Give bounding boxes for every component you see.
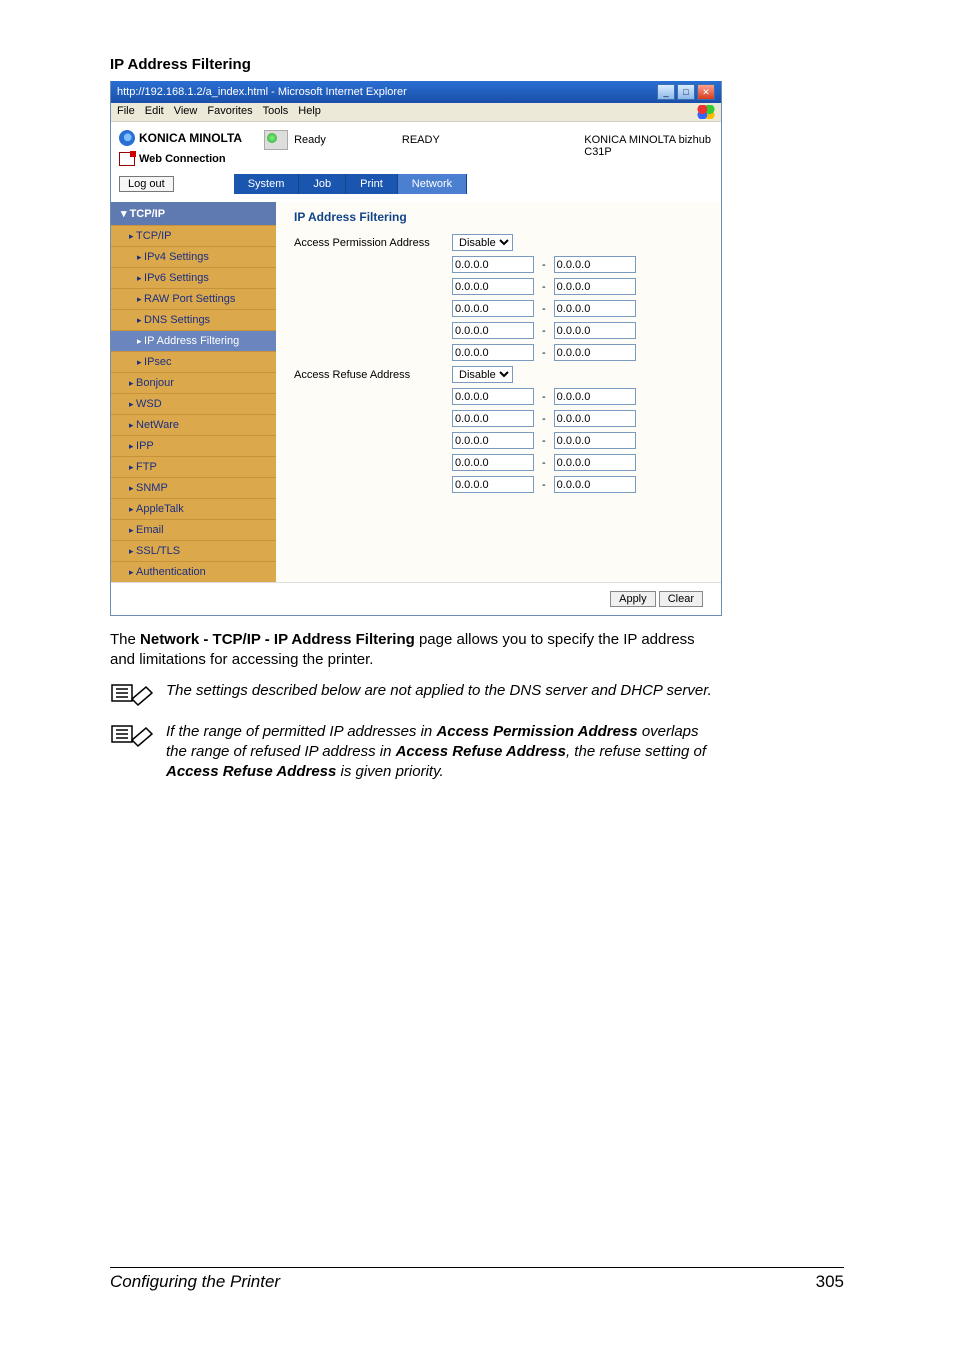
sidebar-item-authentication[interactable]: Authentication: [111, 561, 276, 582]
sidebar-item-ipv6[interactable]: IPv6 Settings: [111, 267, 276, 288]
konica-minolta-logo-icon: [119, 130, 135, 146]
perm-to-1[interactable]: [554, 278, 636, 295]
refuse-from-4[interactable]: [452, 476, 534, 493]
page-number: 305: [816, 1272, 844, 1292]
refuse-to-0[interactable]: [554, 388, 636, 405]
printer-status-icon: [264, 130, 288, 150]
refuse-from-1[interactable]: [452, 410, 534, 427]
sidebar-item-netware[interactable]: NetWare: [111, 414, 276, 435]
sidebar-item-ipfiltering[interactable]: IP Address Filtering: [111, 330, 276, 351]
browser-menubar: File Edit View Favorites Tools Help: [111, 103, 721, 122]
sidebar-item-email[interactable]: Email: [111, 519, 276, 540]
sidebar-item-dns[interactable]: DNS Settings: [111, 309, 276, 330]
sidebar-item-wsd[interactable]: WSD: [111, 393, 276, 414]
footer-title: Configuring the Printer: [110, 1272, 280, 1292]
windows-flag-icon: [697, 105, 715, 119]
note-icon: [110, 681, 154, 712]
titlebar-text: http://192.168.1.2/a_index.html - Micros…: [117, 86, 407, 98]
main-panel: IP Address Filtering Access Permission A…: [276, 202, 721, 582]
sidebar-item-ipsec[interactable]: IPsec: [111, 351, 276, 372]
status-ready-big: READY: [402, 134, 440, 146]
refuse-from-2[interactable]: [452, 432, 534, 449]
tab-system[interactable]: System: [234, 174, 300, 194]
clear-button[interactable]: Clear: [659, 591, 703, 607]
browser-window: http://192.168.1.2/a_index.html - Micros…: [110, 81, 722, 616]
logout-button[interactable]: Log out: [119, 176, 174, 192]
section-heading: IP Address Filtering: [110, 56, 844, 73]
menu-view[interactable]: View: [174, 105, 198, 119]
webconnection-label: Web Connection: [139, 153, 226, 165]
refuse-from-0[interactable]: [452, 388, 534, 405]
menu-edit[interactable]: Edit: [145, 105, 164, 119]
permission-label: Access Permission Address: [294, 237, 446, 249]
sidebar-item-ipp[interactable]: IPP: [111, 435, 276, 456]
pagescope-logo-icon: [119, 152, 135, 166]
sidebar-item-snmp[interactable]: SNMP: [111, 477, 276, 498]
perm-from-2[interactable]: [452, 300, 534, 317]
window-maximize-icon[interactable]: □: [677, 84, 695, 100]
tab-network[interactable]: Network: [398, 174, 467, 194]
refuse-to-3[interactable]: [554, 454, 636, 471]
sidebar-group-tcpip[interactable]: ▾ TCP/IP: [111, 202, 276, 225]
refuse-select[interactable]: Disable: [452, 366, 513, 383]
refuse-label: Access Refuse Address: [294, 369, 446, 381]
permission-select[interactable]: Disable: [452, 234, 513, 251]
description-paragraph: The Network - TCP/IP - IP Address Filter…: [110, 630, 720, 671]
refuse-from-3[interactable]: [452, 454, 534, 471]
menu-favorites[interactable]: Favorites: [207, 105, 252, 119]
note-icon: [110, 722, 154, 783]
note2-text: If the range of permitted IP addresses i…: [166, 722, 720, 783]
window-close-icon[interactable]: ✕: [697, 84, 715, 100]
perm-from-0[interactable]: [452, 256, 534, 273]
refuse-to-1[interactable]: [554, 410, 636, 427]
menu-help[interactable]: Help: [298, 105, 321, 119]
sidebar: ▾ TCP/IP TCP/IP IPv4 Settings IPv6 Setti…: [111, 202, 276, 582]
model-line1: KONICA MINOLTA bizhub: [584, 134, 711, 146]
tab-print[interactable]: Print: [346, 174, 398, 194]
sidebar-item-appletalk[interactable]: AppleTalk: [111, 498, 276, 519]
note1-text: The settings described below are not app…: [166, 681, 720, 712]
menu-tools[interactable]: Tools: [263, 105, 289, 119]
perm-to-4[interactable]: [554, 344, 636, 361]
perm-to-0[interactable]: [554, 256, 636, 273]
tab-job[interactable]: Job: [299, 174, 346, 194]
sidebar-item-ssltls[interactable]: SSL/TLS: [111, 540, 276, 561]
sidebar-item-rawport[interactable]: RAW Port Settings: [111, 288, 276, 309]
apply-button[interactable]: Apply: [610, 591, 656, 607]
perm-to-3[interactable]: [554, 322, 636, 339]
sidebar-item-tcpip[interactable]: TCP/IP: [111, 225, 276, 246]
browser-titlebar: http://192.168.1.2/a_index.html - Micros…: [111, 81, 721, 103]
window-minimize-icon[interactable]: _: [657, 84, 675, 100]
refuse-to-4[interactable]: [554, 476, 636, 493]
perm-from-4[interactable]: [452, 344, 534, 361]
menu-file[interactable]: File: [117, 105, 135, 119]
sidebar-item-ftp[interactable]: FTP: [111, 456, 276, 477]
perm-from-1[interactable]: [452, 278, 534, 295]
status-ready-label: Ready: [294, 134, 326, 146]
main-title: IP Address Filtering: [294, 210, 713, 224]
perm-to-2[interactable]: [554, 300, 636, 317]
refuse-to-2[interactable]: [554, 432, 636, 449]
model-line2: C31P: [584, 146, 711, 158]
sidebar-item-bonjour[interactable]: Bonjour: [111, 372, 276, 393]
brand-name: KONICA MINOLTA: [139, 131, 242, 145]
sidebar-item-ipv4[interactable]: IPv4 Settings: [111, 246, 276, 267]
perm-from-3[interactable]: [452, 322, 534, 339]
